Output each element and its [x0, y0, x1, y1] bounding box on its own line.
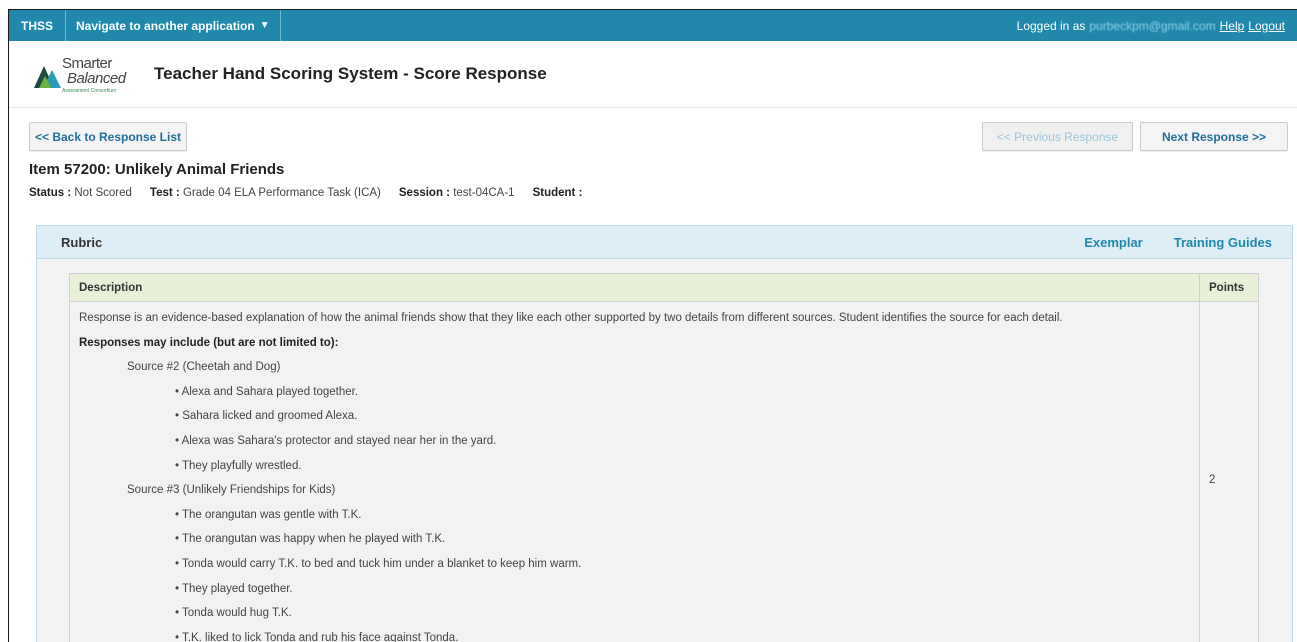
rubric-links: Exemplar Training Guides [1084, 235, 1272, 250]
exemplar-link[interactable]: Exemplar [1084, 235, 1143, 250]
rubric-bullet: • Tonda would hug T.K. [175, 607, 292, 620]
rubric-table: Description Points Response is an eviden… [69, 273, 1259, 642]
rubric-bullet: • Alexa was Sahara's protector and staye… [175, 434, 497, 447]
next-response-button[interactable]: Next Response >> [1140, 122, 1288, 151]
logo-text-line2: Balanced [67, 70, 126, 87]
status-value: Not Scored [74, 187, 132, 199]
status-label: Status : [29, 187, 72, 199]
student-field: Student : [533, 187, 583, 199]
student-label: Student : [532, 187, 583, 199]
rubric-bullet: • Sahara licked and groomed Alexa. [175, 410, 358, 423]
rubric-title: Rubric [61, 234, 103, 250]
smarter-balanced-logo: Smarter Balanced Assessment Consortium [31, 52, 143, 96]
page-header: Smarter Balanced Assessment Consortium T… [9, 41, 1297, 108]
points-cell: 2 [1200, 302, 1258, 642]
status-field: Status : Not Scored [29, 187, 132, 199]
source-heading: Source #2 (Cheetah and Dog) [127, 361, 281, 374]
session-label: Session : [398, 187, 451, 199]
user-email: purbeckpm@gmail.com [1089, 18, 1216, 33]
caret-down-icon: ▼ [259, 20, 270, 31]
item-metadata: Status : Not Scored Test : Grade 04 ELA … [29, 187, 1297, 199]
user-area: Logged in as purbeckpm@gmail.com Help Lo… [1017, 19, 1297, 33]
rubric-bullet: • The orangutan was happy when he played… [175, 533, 446, 546]
help-link[interactable]: Help [1220, 19, 1245, 33]
logo-mark-icon [34, 66, 61, 88]
rubric-bullet: • T.K. liked to lick Tonda and rub his f… [175, 631, 459, 642]
response-nav-row: << Back to Response List << Previous Res… [9, 122, 1297, 158]
logo-text-line3: Assessment Consortium [62, 88, 117, 94]
test-value: Grade 04 ELA Performance Task (ICA) [182, 187, 381, 199]
description-cell: Response is an evidence-based explanatio… [70, 302, 1200, 642]
rubric-text: Responses may include (but are not limit… [79, 336, 339, 349]
top-navigation-bar: THSS Navigate to another application ▼ L… [9, 10, 1297, 41]
back-to-response-list-button[interactable]: << Back to Response List [29, 122, 187, 151]
app-brand[interactable]: THSS [9, 10, 67, 41]
logout-link[interactable]: Logout [1248, 19, 1285, 33]
session-value: test-04CA-1 [453, 187, 515, 199]
navigate-app-label: Navigate to another application [76, 18, 255, 33]
test-label: Test : [149, 187, 180, 199]
rubric-bullet: • Tonda would carry T.K. to bed and tuck… [175, 557, 582, 570]
navigate-app-menu[interactable]: Navigate to another application ▼ [66, 10, 281, 41]
description-column-header: Description [70, 274, 1200, 301]
page-title: Teacher Hand Scoring System - Score Resp… [154, 64, 547, 83]
rubric-text: Response is an evidence-based explanatio… [79, 312, 1063, 324]
test-field: Test : Grade 04 ELA Performance Task (IC… [150, 187, 381, 199]
logged-in-label: Logged in as [1016, 18, 1086, 33]
rubric-panel: Rubric Exemplar Training Guides Descript… [36, 225, 1293, 642]
training-guides-link[interactable]: Training Guides [1174, 235, 1272, 250]
rubric-table-header: Description Points [70, 274, 1258, 302]
rubric-bullet: • Alexa and Sahara played together. [175, 385, 359, 398]
previous-response-button[interactable]: << Previous Response [982, 122, 1133, 151]
rubric-bullet: • They playfully wrestled. [175, 459, 302, 472]
points-column-header: Points [1209, 281, 1245, 294]
points-value: 2 [1209, 474, 1216, 486]
session-field: Session : test-04CA-1 [399, 187, 515, 199]
logo-text-line1: Smarter [62, 55, 112, 72]
item-title: Item 57200: Unlikely Animal Friends [29, 161, 285, 178]
rubric-bullet: • They played together. [175, 582, 293, 595]
rubric-panel-header: Rubric Exemplar Training Guides [37, 226, 1292, 259]
source-heading: Source #3 (Unlikely Friendships for Kids… [127, 484, 336, 497]
rubric-row: Response is an evidence-based explanatio… [70, 302, 1258, 642]
app-window: THSS Navigate to another application ▼ L… [8, 9, 1297, 642]
rubric-bullet: • The orangutan was gentle with T.K. [175, 508, 362, 521]
